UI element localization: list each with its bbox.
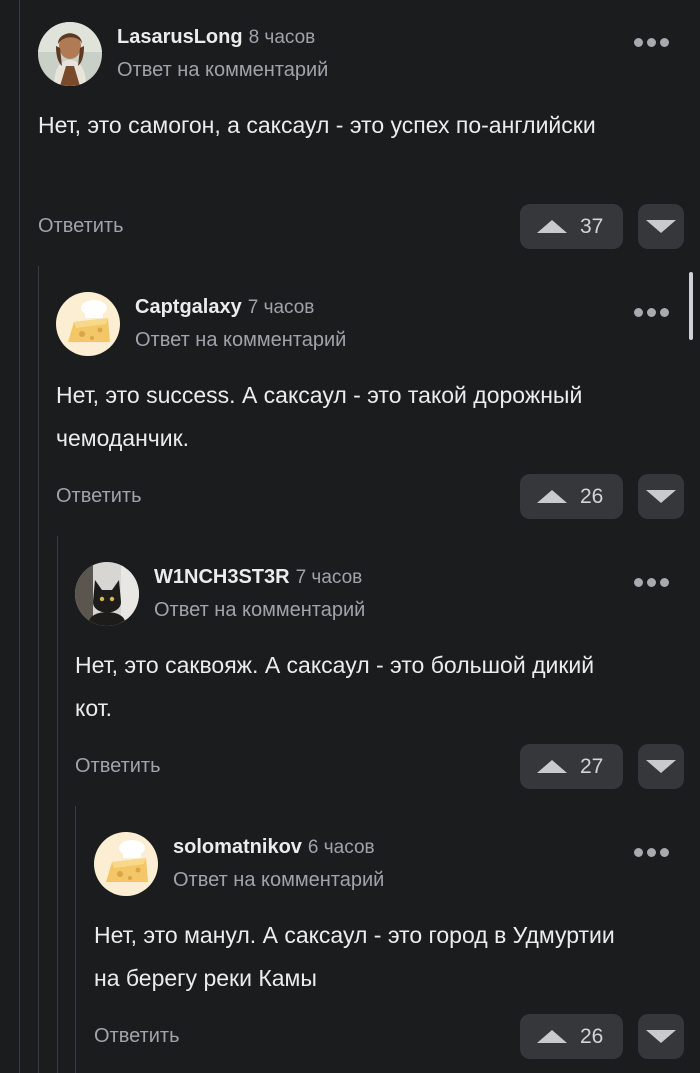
comment-text: Нет, это самогон, а саксаул - это успех … bbox=[38, 112, 596, 138]
dot-icon bbox=[647, 847, 656, 857]
dot-icon bbox=[634, 307, 643, 317]
more-options-button[interactable] bbox=[634, 306, 674, 318]
rating-count: 26 bbox=[580, 484, 604, 508]
dot-icon bbox=[647, 577, 656, 587]
thread-line bbox=[38, 266, 39, 1073]
comment-text: Нет, это success. А саксаул - это такой … bbox=[56, 382, 583, 451]
comment: solomatnikov 6 часов Ответ на комментарий… bbox=[94, 832, 700, 1072]
reply-button[interactable]: Ответить bbox=[38, 215, 124, 238]
reply-button[interactable]: Ответить bbox=[94, 1025, 180, 1048]
author-line: solomatnikov 6 часов bbox=[173, 836, 375, 859]
author-line: W1NCH3ST3R 7 часов bbox=[154, 566, 362, 589]
author-name[interactable]: Captgalaxy bbox=[135, 296, 242, 318]
thread-line bbox=[75, 806, 76, 1073]
dot-icon bbox=[660, 577, 669, 587]
arrow-up-icon bbox=[537, 490, 567, 503]
rating-count: 26 bbox=[580, 1024, 604, 1048]
comment-text: Нет, это саквояж. А саксаул - это большо… bbox=[75, 652, 595, 721]
downvote-button[interactable] bbox=[638, 474, 684, 519]
upvote-button[interactable]: 27 bbox=[520, 744, 623, 789]
reply-to-link[interactable]: Ответ на комментарий bbox=[117, 59, 328, 82]
scrollbar[interactable] bbox=[689, 272, 693, 340]
reply-to-link[interactable]: Ответ на комментарий bbox=[154, 599, 365, 622]
cat-avatar-icon bbox=[75, 562, 139, 626]
author-name[interactable]: LasarusLong bbox=[117, 26, 243, 48]
author-name[interactable]: solomatnikov bbox=[173, 836, 302, 858]
arrow-up-icon bbox=[537, 1030, 567, 1043]
comment-time: 6 часов bbox=[307, 837, 375, 858]
more-options-button[interactable] bbox=[634, 576, 674, 588]
avatar[interactable] bbox=[94, 832, 158, 896]
dot-icon bbox=[660, 847, 669, 857]
comment-time: 7 часов bbox=[295, 567, 363, 588]
reply-to-link[interactable]: Ответ на комментарий bbox=[173, 869, 384, 892]
reply-button[interactable]: Ответить bbox=[75, 755, 161, 778]
comments-thread: LasarusLong 8 часов Ответ на комментарий … bbox=[0, 0, 700, 1073]
avatar[interactable] bbox=[38, 22, 102, 86]
downvote-button[interactable] bbox=[638, 1014, 684, 1059]
arrow-down-icon bbox=[646, 1030, 676, 1043]
dot-icon bbox=[634, 577, 643, 587]
portrait-avatar-icon bbox=[38, 22, 102, 86]
comment-time: 8 часов bbox=[248, 27, 316, 48]
more-options-button[interactable] bbox=[634, 846, 674, 858]
author-line: LasarusLong 8 часов bbox=[117, 26, 315, 49]
avatar[interactable] bbox=[75, 562, 139, 626]
downvote-button[interactable] bbox=[638, 204, 684, 249]
dot-icon bbox=[634, 37, 643, 47]
arrow-up-icon bbox=[537, 760, 567, 773]
chef-cheese-avatar-icon bbox=[94, 832, 158, 896]
arrow-down-icon bbox=[646, 760, 676, 773]
arrow-up-icon bbox=[537, 220, 567, 233]
more-options-button[interactable] bbox=[634, 36, 674, 48]
comment: Captgalaxy 7 часов Ответ на комментарий Н… bbox=[56, 292, 700, 532]
rating-count: 27 bbox=[580, 754, 604, 778]
author-line: Captgalaxy 7 часов bbox=[135, 296, 314, 319]
upvote-button[interactable]: 37 bbox=[520, 204, 623, 249]
thread-line bbox=[57, 536, 58, 1073]
rating-count: 37 bbox=[580, 214, 604, 238]
arrow-down-icon bbox=[646, 220, 676, 233]
author-name[interactable]: W1NCH3ST3R bbox=[154, 566, 290, 588]
dot-icon bbox=[660, 307, 669, 317]
avatar[interactable] bbox=[56, 292, 120, 356]
reply-button[interactable]: Ответить bbox=[56, 485, 142, 508]
thread-line bbox=[19, 0, 20, 1073]
dot-icon bbox=[647, 307, 656, 317]
chef-cheese-avatar-icon bbox=[56, 292, 120, 356]
dot-icon bbox=[660, 37, 669, 47]
upvote-button[interactable]: 26 bbox=[520, 1014, 623, 1059]
dot-icon bbox=[634, 847, 643, 857]
downvote-button[interactable] bbox=[638, 744, 684, 789]
reply-to-link[interactable]: Ответ на комментарий bbox=[135, 329, 346, 352]
arrow-down-icon bbox=[646, 490, 676, 503]
comment: LasarusLong 8 часов Ответ на комментарий … bbox=[38, 22, 700, 262]
comment-time: 7 часов bbox=[247, 297, 315, 318]
comment-text: Нет, это манул. А саксаул - это город в … bbox=[94, 922, 615, 991]
comment: W1NCH3ST3R 7 часов Ответ на комментарий Н… bbox=[75, 562, 700, 802]
dot-icon bbox=[647, 37, 656, 47]
upvote-button[interactable]: 26 bbox=[520, 474, 623, 519]
